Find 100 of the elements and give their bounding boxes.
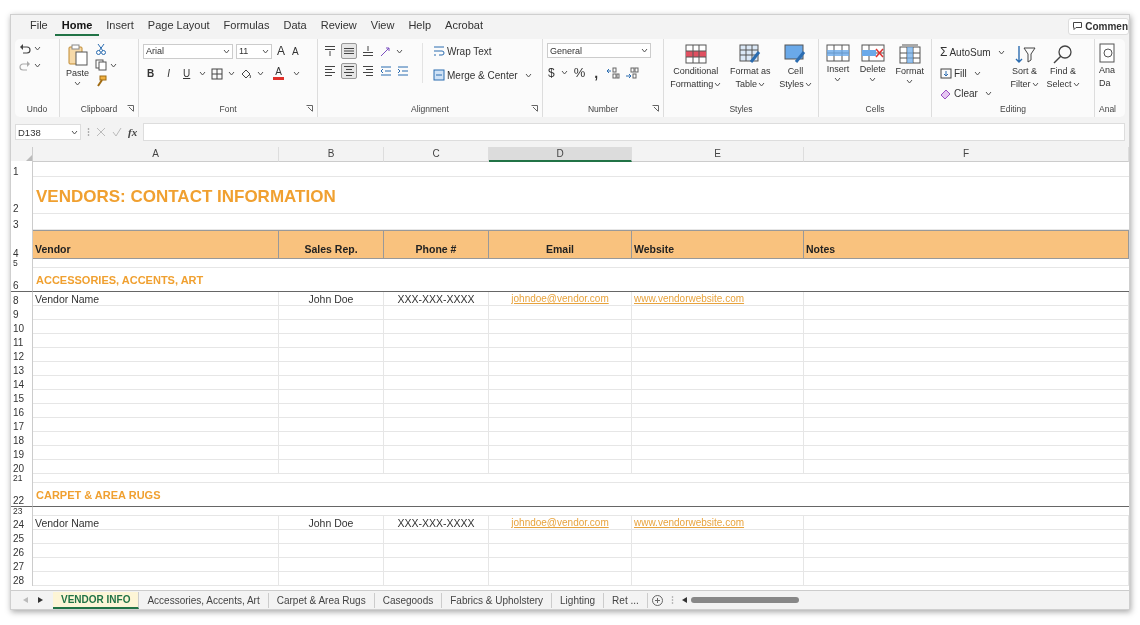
format-cells-icon[interactable] <box>898 44 921 64</box>
empty-cell[interactable] <box>279 390 384 404</box>
empty-cell[interactable] <box>632 390 804 404</box>
cancel-icon[interactable] <box>96 127 106 137</box>
row-number[interactable]: 27 <box>11 558 33 572</box>
empty-cell[interactable] <box>384 544 489 558</box>
empty-cell[interactable] <box>489 404 632 418</box>
editing-button[interactable]: Find & Select <box>1044 43 1082 91</box>
empty-cell[interactable] <box>632 348 804 362</box>
row-number[interactable]: 17 <box>11 418 33 432</box>
empty-cell[interactable] <box>279 446 384 460</box>
row-number[interactable]: 19 <box>11 446 33 460</box>
align-button[interactable] <box>360 43 376 59</box>
empty-cell[interactable] <box>632 460 804 474</box>
empty-cell[interactable] <box>384 432 489 446</box>
empty-cell[interactable] <box>489 544 632 558</box>
row-number[interactable]: 14 <box>11 376 33 390</box>
empty-cell[interactable] <box>279 572 384 586</box>
row-number[interactable]: 6 <box>11 268 33 292</box>
empty-cell[interactable] <box>804 544 1129 558</box>
styles-button[interactable]: Cell Styles <box>777 43 814 91</box>
sheet-tab[interactable]: Casegoods <box>374 592 443 608</box>
empty-cell[interactable] <box>804 306 1129 320</box>
empty-cell[interactable] <box>384 320 489 334</box>
borders-icon[interactable] <box>211 67 224 80</box>
row-number[interactable]: 3 <box>11 214 33 230</box>
empty-cell[interactable] <box>632 404 804 418</box>
font-name-field[interactable]: Arial <box>143 43 233 59</box>
empty-cell[interactable] <box>279 376 384 390</box>
currency-button[interactable]: $ <box>547 64 556 81</box>
row-number[interactable]: 18 <box>11 432 33 446</box>
empty-cell[interactable] <box>804 418 1129 432</box>
underline-button[interactable]: U <box>179 66 195 81</box>
ribbon-tab[interactable]: Insert <box>99 16 141 36</box>
increase-decimal-icon[interactable] <box>606 66 621 79</box>
row-number[interactable]: 13 <box>11 362 33 376</box>
empty-cell[interactable] <box>279 530 384 544</box>
column-header[interactable]: E <box>632 147 804 162</box>
insert-cells-icon[interactable] <box>825 44 850 62</box>
paintbrush-icon[interactable] <box>95 75 107 87</box>
empty-cell[interactable] <box>804 558 1129 572</box>
orientation-icon[interactable] <box>379 45 393 57</box>
row-number[interactable]: 16 <box>11 404 33 418</box>
empty-cell[interactable] <box>489 320 632 334</box>
empty-cell[interactable] <box>632 418 804 432</box>
increase-font-size-button[interactable]: A <box>275 43 287 59</box>
comments-button[interactable]: Commen <box>1068 17 1129 35</box>
copy-icon[interactable] <box>95 59 107 71</box>
empty-cell[interactable] <box>279 334 384 348</box>
empty-cell[interactable] <box>279 404 384 418</box>
empty-cell[interactable] <box>489 390 632 404</box>
row-number[interactable]: 9 <box>11 306 33 320</box>
empty-cell[interactable] <box>489 530 632 544</box>
row-number[interactable]: 10 <box>11 320 33 334</box>
empty-cell[interactable] <box>279 544 384 558</box>
comma-style-button[interactable]: , <box>591 66 602 79</box>
row-number[interactable]: 15 <box>11 390 33 404</box>
empty-cell[interactable] <box>489 558 632 572</box>
decrease-decimal-icon[interactable] <box>625 66 640 79</box>
increase-indent-icon[interactable] <box>396 65 410 77</box>
empty-cell[interactable] <box>489 306 632 320</box>
row-number[interactable]: 11 <box>11 334 33 348</box>
row-number[interactable]: 1 <box>11 161 33 177</box>
dialog-launcher-icon[interactable] <box>652 105 659 112</box>
empty-cell[interactable] <box>804 320 1129 334</box>
empty-cell[interactable] <box>632 530 804 544</box>
sheet-tab[interactable]: Carpet & Area Rugs <box>268 592 375 608</box>
column-header[interactable]: A <box>33 147 279 162</box>
empty-cell[interactable] <box>632 320 804 334</box>
percent-button[interactable]: % <box>572 64 587 81</box>
empty-cell[interactable] <box>489 432 632 446</box>
row-number[interactable]: 26 <box>11 544 33 558</box>
column-header[interactable]: D <box>489 147 632 162</box>
align-button[interactable] <box>322 43 338 59</box>
font-color-button[interactable]: A <box>269 65 288 82</box>
ribbon-tab[interactable]: View <box>363 16 402 36</box>
empty-cell[interactable] <box>384 558 489 572</box>
empty-cell[interactable] <box>489 572 632 586</box>
empty-cell[interactable] <box>804 348 1129 362</box>
empty-cell[interactable] <box>489 446 632 460</box>
bold-button[interactable]: B <box>143 66 159 81</box>
empty-cell[interactable] <box>804 460 1129 474</box>
empty-cell[interactable] <box>279 320 384 334</box>
dialog-launcher-icon[interactable] <box>306 105 313 112</box>
empty-cell[interactable] <box>384 460 489 474</box>
autosum-button[interactable]: Σ AutoSum <box>936 43 995 61</box>
row-number[interactable]: 24 <box>11 516 33 530</box>
column-header[interactable]: B <box>279 147 384 162</box>
empty-cell[interactable] <box>804 390 1129 404</box>
decrease-indent-icon[interactable] <box>379 65 393 77</box>
column-header[interactable]: F <box>804 147 1129 162</box>
wrap-text-button[interactable]: Wrap Text <box>429 43 532 59</box>
fill-button[interactable]: Fill <box>936 66 971 81</box>
undo-icon[interactable] <box>19 43 31 54</box>
scroll-right-icon[interactable] <box>38 597 43 603</box>
paste-button[interactable]: Paste <box>64 43 91 87</box>
empty-cell[interactable] <box>384 572 489 586</box>
empty-cell[interactable] <box>632 306 804 320</box>
dialog-launcher-icon[interactable] <box>127 105 134 112</box>
empty-cell[interactable] <box>489 362 632 376</box>
